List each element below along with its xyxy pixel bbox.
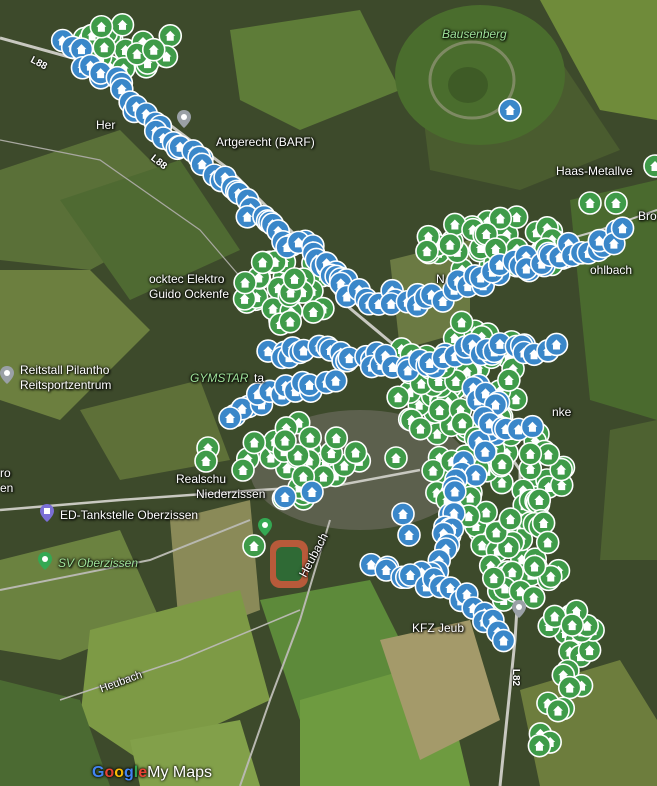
green-house-marker-icon[interactable] — [527, 488, 552, 512]
gas-station-pin-icon[interactable] — [40, 504, 54, 522]
place-label-bausenberg: Bausenberg — [442, 27, 507, 41]
green-house-marker-icon[interactable] — [535, 530, 560, 555]
green-house-marker-icon[interactable] — [498, 507, 523, 531]
place-label-ocktec-1: ocktec Elektro — [149, 272, 225, 286]
place-label-ta: ta — [254, 371, 265, 385]
place-label-reitstall-1: Reitstall Pilantho — [20, 363, 110, 377]
green-house-marker-icon[interactable] — [282, 267, 307, 291]
green-house-marker-icon[interactable] — [427, 398, 452, 422]
blue-house-marker-icon[interactable] — [391, 502, 415, 526]
blue-house-marker-icon[interactable] — [520, 414, 545, 439]
green-house-marker-icon[interactable] — [278, 309, 302, 334]
green-house-marker-icon[interactable] — [273, 428, 297, 453]
blue-house-marker-icon[interactable] — [498, 98, 522, 122]
green-house-marker-icon[interactable] — [578, 191, 602, 215]
place-label-bro: Bro — [638, 209, 657, 223]
green-house-marker-icon[interactable] — [531, 511, 556, 535]
green-house-marker-icon[interactable] — [231, 458, 255, 482]
green-house-marker-icon[interactable] — [343, 440, 368, 465]
green-house-marker-icon[interactable] — [194, 449, 218, 473]
blue-house-marker-icon[interactable] — [464, 463, 488, 488]
green-house-marker-icon[interactable] — [250, 250, 275, 275]
poi-pin-icon[interactable] — [177, 110, 191, 128]
place-label-nke: nke — [552, 405, 572, 419]
blue-house-marker-icon[interactable] — [473, 439, 497, 464]
place-label-reitstall-2: Reitsportzentrum — [20, 378, 112, 392]
green-house-marker-icon[interactable] — [527, 733, 552, 758]
green-house-marker-icon[interactable] — [324, 426, 349, 450]
green-house-marker-icon[interactable] — [557, 675, 582, 700]
green-house-marker-icon[interactable] — [643, 154, 657, 178]
blue-house-marker-icon[interactable] — [544, 332, 569, 357]
green-house-marker-icon[interactable] — [242, 430, 267, 455]
place-label-ed-tankstelle: ED-Tankstelle Oberzissen — [60, 508, 199, 522]
green-house-marker-icon[interactable] — [415, 239, 439, 263]
green-house-marker-icon[interactable] — [522, 554, 547, 579]
blue-house-marker-icon[interactable] — [300, 480, 324, 504]
green-house-marker-icon[interactable] — [89, 14, 114, 39]
place-label-artgerecht: Artgerecht (BARF) — [216, 135, 315, 149]
sports-pin-icon[interactable] — [38, 552, 52, 570]
google-my-maps-logo: Google My Maps — [92, 764, 213, 781]
green-house-marker-icon[interactable] — [386, 385, 410, 410]
green-house-marker-icon[interactable] — [384, 446, 408, 470]
place-label-en: en — [0, 481, 14, 495]
green-house-marker-icon[interactable] — [521, 585, 546, 610]
place-label-her: Her — [96, 118, 116, 132]
blue-house-marker-icon[interactable] — [218, 406, 242, 430]
road-label-l82: L82 — [510, 668, 522, 687]
place-label-ocktec-2: Guido Ockenfe — [149, 287, 230, 301]
place-label-realschule-2: Niederzissen — [196, 487, 266, 501]
green-house-marker-icon[interactable] — [482, 566, 506, 590]
green-house-marker-icon[interactable] — [518, 442, 543, 466]
green-house-marker-icon[interactable] — [408, 416, 433, 441]
place-label-ro: ro — [0, 466, 11, 480]
place-label-kfz: KFZ Jeub — [412, 621, 465, 635]
map-canvas[interactable]: Bausenberg Artgerecht (BARF) Haas-Metall… — [0, 0, 657, 786]
blue-house-marker-icon[interactable] — [491, 628, 516, 653]
blue-house-marker-icon[interactable] — [323, 368, 348, 393]
green-house-marker-icon[interactable] — [233, 270, 257, 295]
green-house-marker-icon[interactable] — [560, 613, 584, 637]
place-label-gymstar: GYMSTAR — [190, 371, 249, 385]
place-label-n: N — [436, 272, 445, 286]
place-label-sv-oberzissen: SV Oberzissen — [58, 556, 139, 570]
green-house-marker-icon[interactable] — [242, 534, 266, 558]
green-house-marker-icon[interactable] — [301, 300, 326, 324]
green-house-marker-icon[interactable] — [497, 368, 521, 392]
green-house-marker-icon[interactable] — [604, 191, 628, 215]
blue-house-marker-icon[interactable] — [610, 216, 635, 240]
green-house-marker-icon[interactable] — [92, 35, 117, 60]
green-house-marker-icon[interactable] — [546, 698, 570, 723]
green-house-marker-icon[interactable] — [449, 310, 474, 335]
poi-pin-icon[interactable] — [512, 600, 526, 618]
poi-pin-icon[interactable] — [0, 366, 14, 384]
green-house-marker-icon[interactable] — [298, 425, 323, 450]
place-label-haas: Haas-Metallve — [556, 164, 633, 178]
blue-house-marker-icon[interactable] — [397, 523, 421, 547]
green-house-marker-icon[interactable] — [110, 13, 135, 37]
place-label-ohlbach: ohlbach — [590, 263, 633, 277]
blue-house-marker-icon[interactable] — [443, 479, 467, 504]
green-house-marker-icon[interactable] — [438, 232, 462, 257]
park-pin-icon[interactable] — [258, 518, 272, 536]
place-label-realschule-1: Realschu — [176, 472, 227, 486]
blue-house-marker-icon[interactable] — [273, 485, 297, 509]
green-house-marker-icon[interactable] — [141, 37, 166, 62]
